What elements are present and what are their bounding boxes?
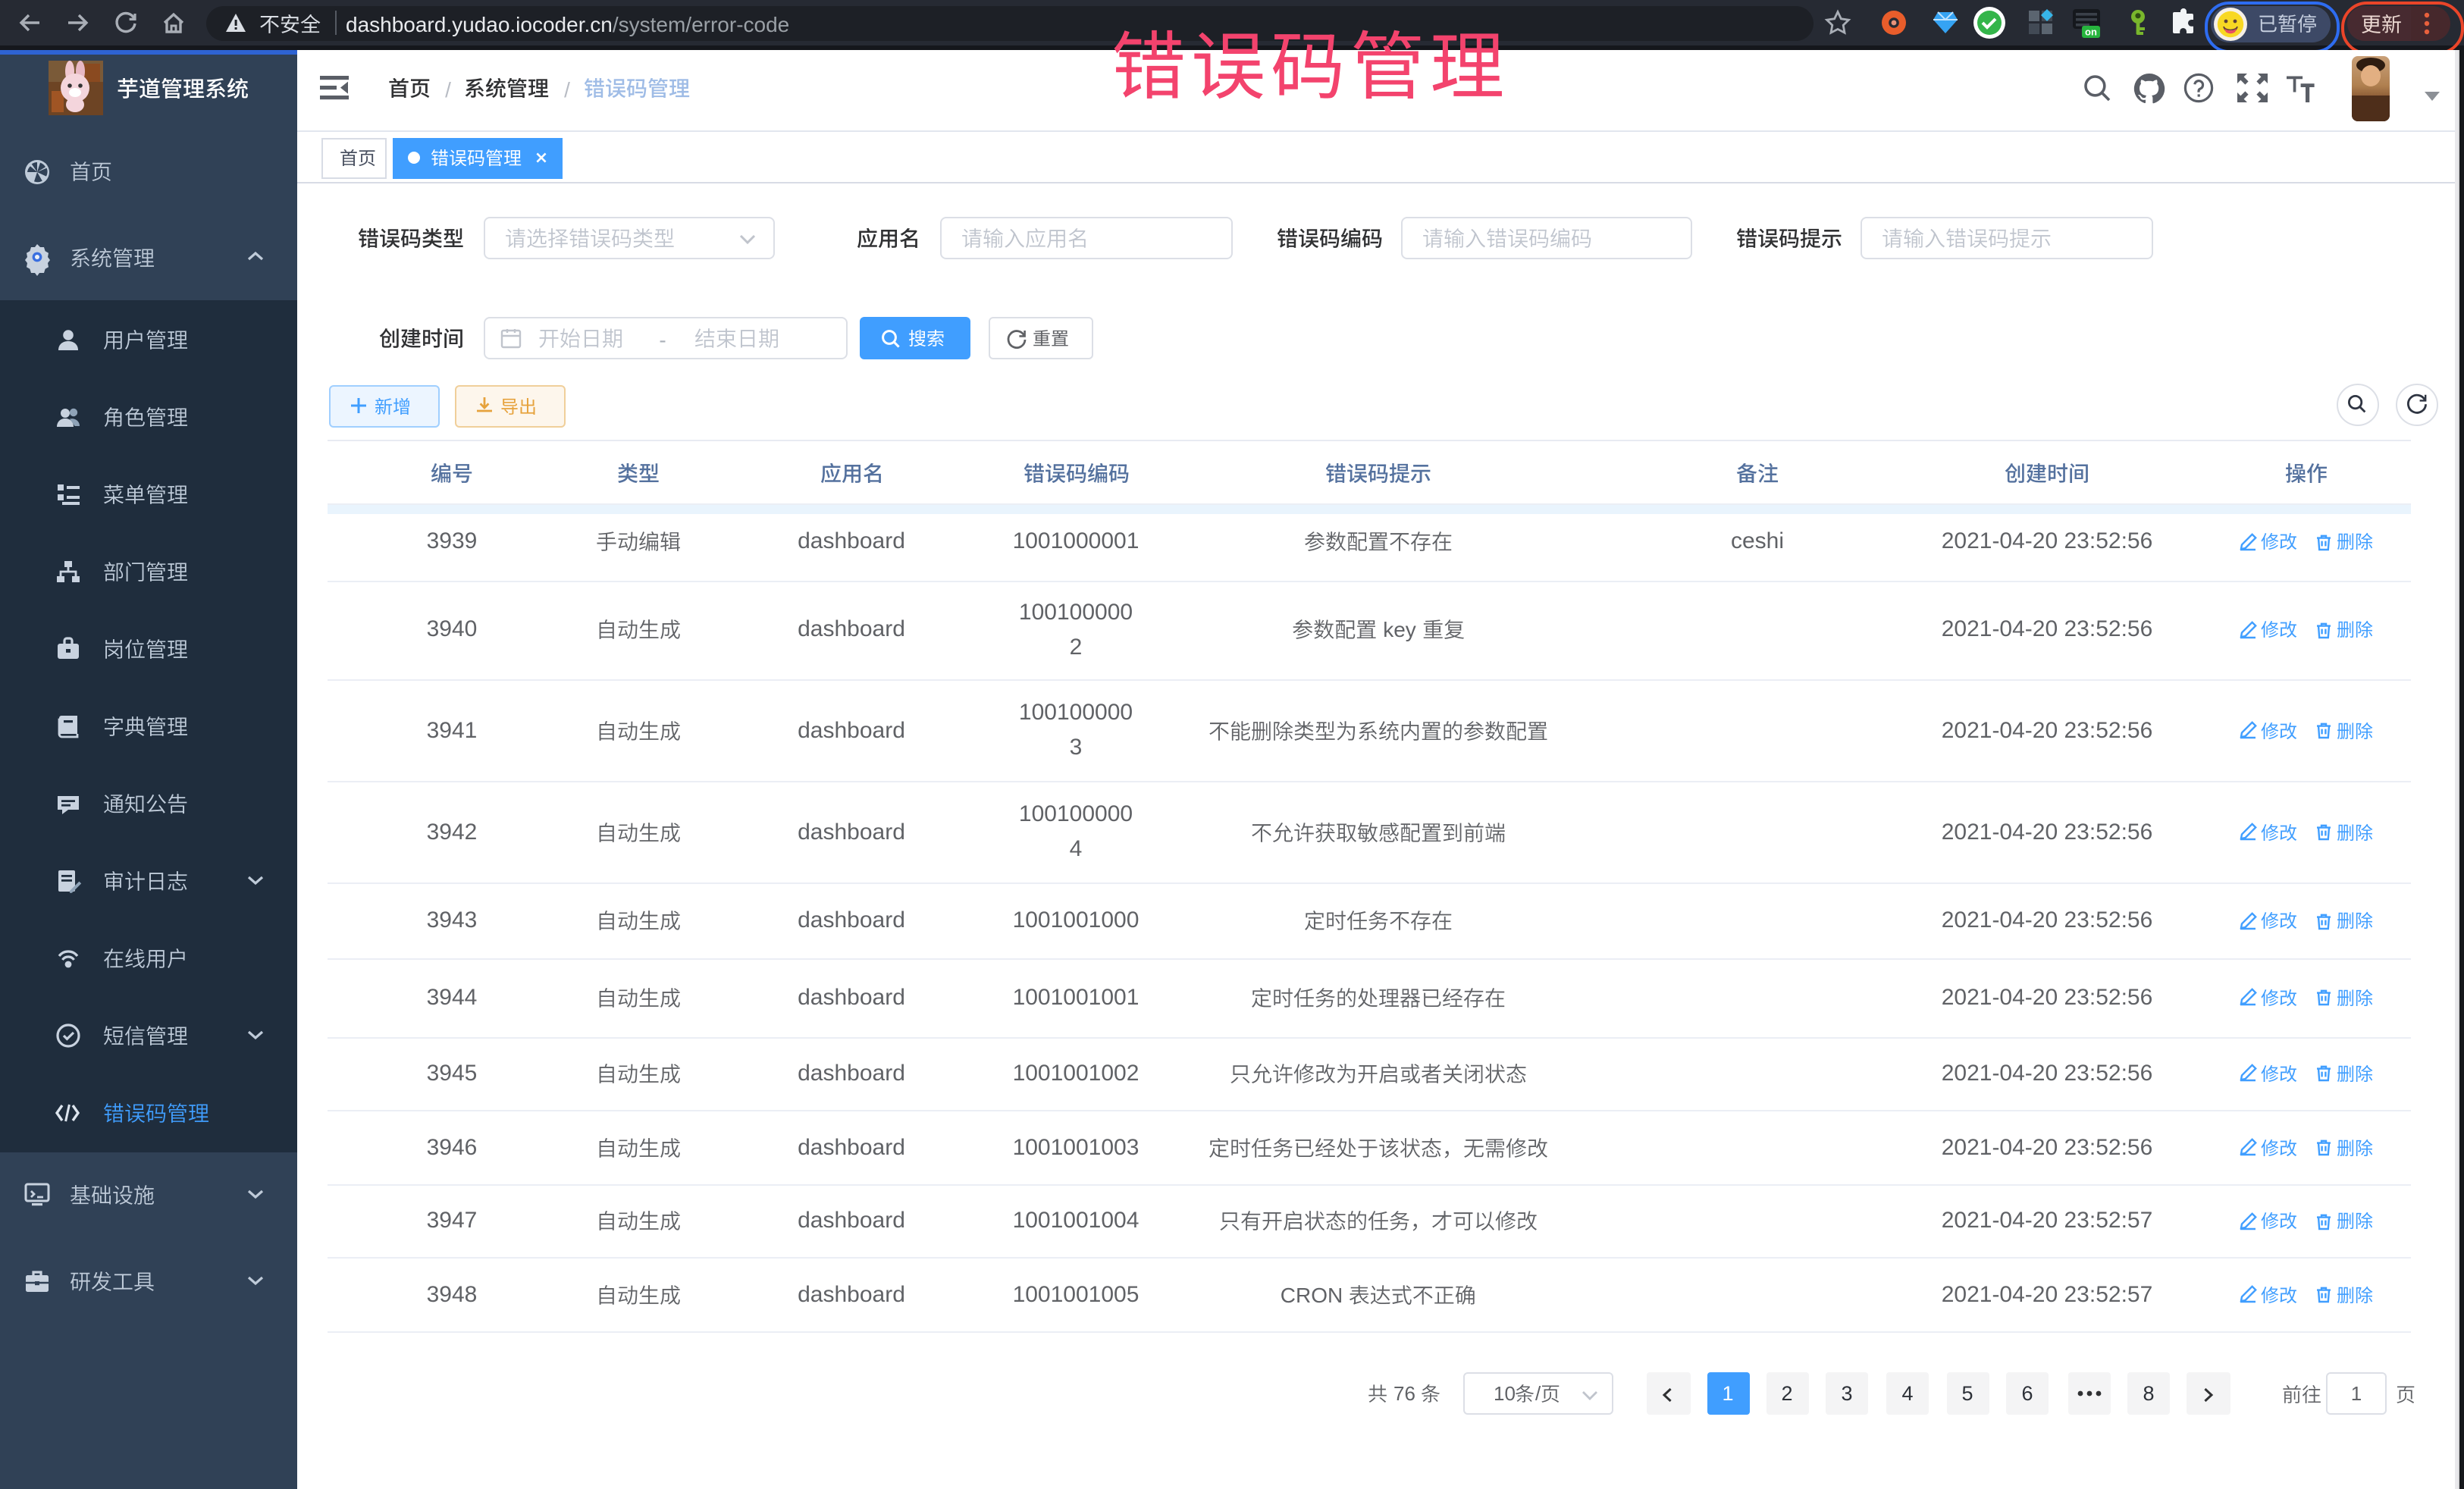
- svg-text:on: on: [2085, 26, 2097, 37]
